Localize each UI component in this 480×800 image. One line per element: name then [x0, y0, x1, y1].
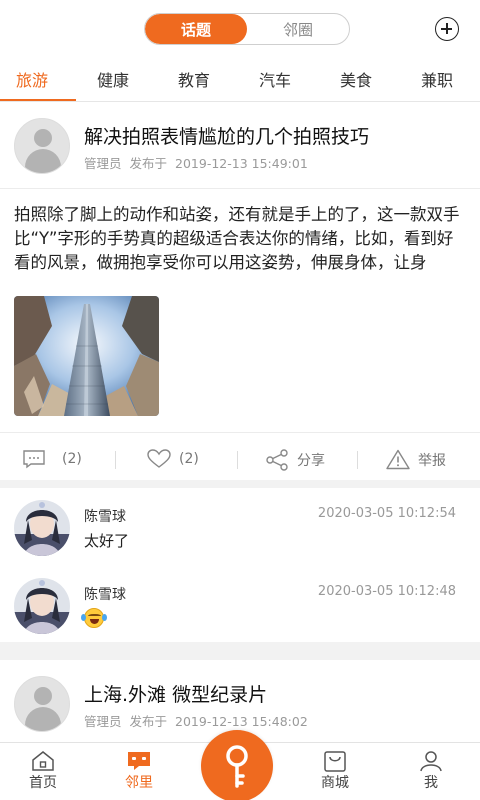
author-avatar[interactable] — [14, 676, 70, 732]
nav-home-label: 首页 — [29, 775, 57, 791]
key-fab-button[interactable] — [201, 730, 273, 800]
key-icon — [226, 745, 248, 788]
nav-me-label: 我 — [424, 775, 438, 791]
post-title[interactable]: 解决拍照表情尴尬的几个拍照技巧 — [84, 122, 369, 149]
commenter-avatar[interactable] — [14, 578, 70, 634]
post-author: 管理员 — [84, 714, 122, 729]
tear-drop — [102, 614, 107, 621]
active-category-indicator — [0, 99, 76, 101]
category-tabs: 旅游 健康 教育 汽车 美食 兼职 — [0, 58, 480, 102]
tab-topics[interactable]: 话题 — [145, 14, 247, 44]
nav-shop-label: 商城 — [321, 775, 349, 791]
post-body: 拍照除了脚上的动作和站姿，还有就是手上的了，这一款双手比“Y”字形的手势真的超级… — [14, 205, 460, 272]
report-button[interactable]: 举报 — [386, 449, 446, 470]
divider — [357, 451, 358, 469]
app-screen: 话题 邻圈 旅游 健康 教育 汽车 美食 兼职 解决拍照表情尴尬的几个拍照技巧 … — [0, 0, 480, 800]
laughing-crying-emoji — [84, 608, 104, 628]
post-meta: 管理员 发布于 2019-12-13 15:48:02 — [84, 711, 316, 730]
category-parttime[interactable]: 兼职 — [421, 67, 453, 91]
tear-drop — [81, 614, 86, 621]
divider — [115, 451, 116, 469]
post-image[interactable] — [14, 296, 159, 416]
plus-circle-icon[interactable] — [435, 17, 459, 41]
comment-text: 太好了 — [84, 532, 130, 550]
like-count: (2) — [179, 451, 199, 467]
shop-bag-icon — [324, 751, 346, 772]
comment-time: 2020-03-05 10:12:54 — [317, 506, 456, 521]
author-avatar[interactable] — [14, 118, 70, 174]
heart-icon — [147, 449, 171, 469]
warning-icon — [386, 449, 410, 470]
comment-button[interactable]: (2) — [22, 449, 82, 469]
divider — [0, 188, 480, 189]
report-label: 举报 — [418, 452, 446, 469]
post-actions: (2) (2) 分享 举报 — [0, 440, 480, 480]
commenter-name[interactable]: 陈雪球 — [84, 584, 126, 604]
category-education[interactable]: 教育 — [178, 67, 210, 91]
category-travel[interactable]: 旅游 — [16, 67, 48, 91]
chat-icon — [128, 752, 150, 770]
post-timestamp: 2019-12-13 15:49:01 — [175, 156, 308, 171]
like-button[interactable]: (2) — [147, 449, 199, 469]
nav-shop[interactable]: 商城 — [295, 743, 375, 800]
comment-count: (2) — [62, 451, 82, 467]
divider — [237, 451, 238, 469]
published-label: 发布于 — [129, 714, 168, 729]
commenter-avatar[interactable] — [14, 500, 70, 556]
nav-neighborhood[interactable]: 邻里 — [99, 743, 179, 800]
divider — [0, 432, 480, 433]
comment-icon — [22, 449, 46, 469]
home-icon — [32, 751, 54, 771]
share-label: 分享 — [297, 453, 325, 469]
tab-neighborhood[interactable]: 邻圈 — [247, 14, 349, 44]
post-title[interactable]: 上海.外滩 微型纪录片 — [84, 680, 267, 707]
post-author: 管理员 — [84, 156, 122, 171]
comment-time: 2020-03-05 10:12:48 — [317, 584, 456, 599]
category-health[interactable]: 健康 — [97, 67, 129, 91]
share-button[interactable]: 分享 — [265, 449, 325, 471]
section-gap — [0, 642, 480, 660]
section-gap — [0, 480, 480, 488]
category-food[interactable]: 美食 — [340, 67, 372, 91]
commenter-name[interactable]: 陈雪球 — [84, 506, 126, 526]
published-label: 发布于 — [129, 156, 168, 171]
user-icon — [420, 751, 442, 772]
post-meta: 管理员 发布于 2019-12-13 15:49:01 — [84, 153, 316, 172]
nav-home[interactable]: 首页 — [3, 743, 83, 800]
nav-me[interactable]: 我 — [391, 743, 471, 800]
segment-control: 话题 邻圈 — [144, 13, 350, 45]
top-bar: 话题 邻圈 — [0, 0, 480, 58]
nav-neighborhood-label: 邻里 — [125, 775, 153, 791]
post-timestamp: 2019-12-13 15:48:02 — [175, 714, 308, 729]
category-car[interactable]: 汽车 — [259, 67, 291, 91]
share-icon — [265, 449, 289, 471]
